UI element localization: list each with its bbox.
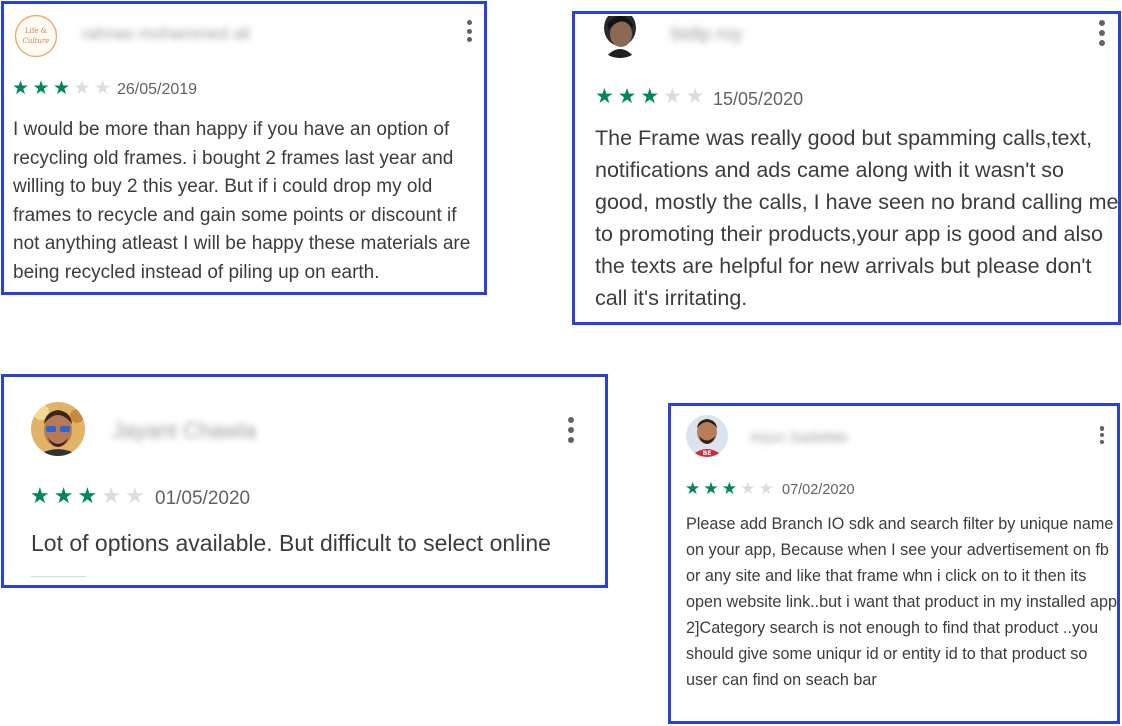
- review-card: Jayant Chawla ★ ★ ★ ★ ★ 01/05/2020 Lot of op…: [1, 374, 608, 588]
- star-filled-icon: ★: [53, 78, 71, 99]
- star-filled-icon: ★: [595, 85, 614, 108]
- star-filled-icon: ★: [77, 483, 98, 508]
- review-date: 07/02/2020: [782, 482, 855, 498]
- star-empty-icon: ★: [94, 78, 112, 99]
- review-text: I would be more than happy if you have a…: [13, 119, 471, 283]
- review-card: bidip roy ★ ★ ★ ★ ★ 15/05/2020 The Frame was…: [572, 11, 1121, 325]
- star-empty-icon: ★: [663, 85, 682, 108]
- person-avatar-icon: BE: [686, 415, 728, 457]
- star-filled-icon: ★: [703, 479, 719, 498]
- star-rating: ★ ★ ★ ★ ★: [12, 79, 115, 98]
- more-options-icon[interactable]: [1098, 426, 1106, 444]
- star-empty-icon: ★: [101, 483, 121, 508]
- star-filled-icon: ★: [30, 483, 50, 508]
- svg-text:Culture: Culture: [23, 37, 50, 45]
- svg-text:BE: BE: [703, 450, 712, 457]
- star-empty-icon: ★: [125, 483, 145, 508]
- review-text: Please add Branch IO sdk and search filt…: [686, 515, 1118, 689]
- review-text: Lot of options available. But difficult …: [31, 530, 551, 556]
- star-filled-icon: ★: [32, 78, 50, 99]
- star-filled-icon: ★: [53, 483, 74, 508]
- svg-text:Life &: Life &: [25, 27, 47, 35]
- star-empty-icon: ★: [73, 78, 91, 99]
- more-options-icon[interactable]: [1098, 20, 1106, 46]
- review-date: 15/05/2020: [713, 89, 804, 109]
- star-rating: ★ ★ ★ ★ ★: [685, 480, 777, 497]
- star-filled-icon: ★: [640, 85, 660, 108]
- star-rating: ★ ★ ★ ★ ★: [595, 86, 708, 107]
- person-avatar-icon: [595, 16, 645, 58]
- reviewer-name[interactable]: rahnas mohammed ali: [82, 24, 250, 44]
- reviewer-name[interactable]: bidip roy: [671, 24, 743, 46]
- review-card: Life & Culture rahnas mohammed ali ★ ★ ★ ★ ★…: [1, 1, 487, 295]
- more-options-icon[interactable]: [465, 20, 473, 42]
- reviewer-name[interactable]: Jayant Chawla: [112, 418, 256, 444]
- person-avatar-icon: [31, 402, 85, 456]
- reviewer-name[interactable]: Arjun Sadafale: [750, 429, 848, 446]
- star-empty-icon: ★: [685, 85, 705, 108]
- star-filled-icon: ★: [617, 85, 637, 108]
- divider: [31, 576, 86, 577]
- star-empty-icon: ★: [758, 479, 774, 498]
- review-card: BE Arjun Sadafale ★ ★ ★ ★ ★ 07/02/2020 Pleas…: [668, 403, 1120, 724]
- star-filled-icon: ★: [721, 479, 737, 498]
- star-filled-icon: ★: [12, 78, 30, 99]
- review-date: 01/05/2020: [155, 488, 251, 509]
- logo-avatar-icon: Life & Culture: [14, 14, 58, 58]
- star-empty-icon: ★: [740, 479, 756, 498]
- review-date: 26/05/2019: [117, 81, 198, 98]
- star-filled-icon: ★: [685, 479, 701, 498]
- star-rating: ★ ★ ★ ★ ★: [30, 485, 149, 507]
- more-options-icon[interactable]: [567, 417, 575, 443]
- review-text: The Frame was really good but spamming c…: [595, 126, 1119, 310]
